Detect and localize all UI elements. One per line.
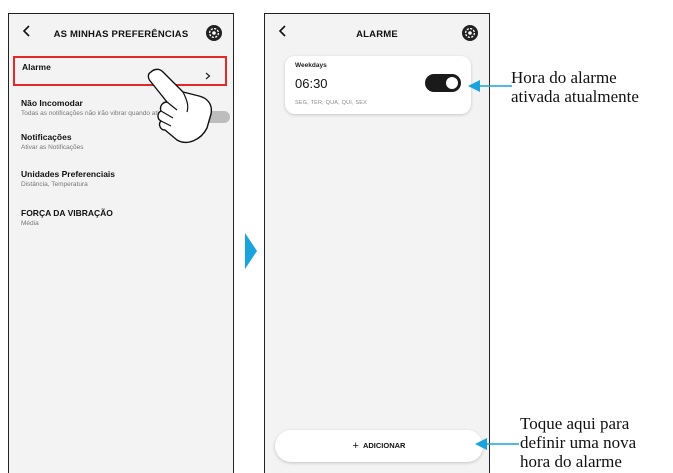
alarm-header: ALARME bbox=[265, 14, 489, 56]
alarm-days: SEG, TER, QUA, QUI, SEX bbox=[295, 100, 368, 106]
alarm-toggle[interactable] bbox=[425, 74, 461, 92]
menu-item-description: Média bbox=[21, 220, 39, 227]
menu-item-description: Distância, Temperatura bbox=[21, 181, 88, 188]
callout-line-add bbox=[475, 438, 519, 450]
callout-alarm-active: Hora do alarme ativada atualmente bbox=[511, 68, 639, 106]
toggle-knob bbox=[446, 77, 458, 89]
callout-line-alarm bbox=[468, 80, 512, 92]
alarm-name: Weekdays bbox=[295, 62, 327, 69]
transition-arrow-icon bbox=[244, 233, 258, 274]
tap-hand-icon bbox=[143, 66, 213, 151]
preferences-screen: AS MINHAS PREFERÊNCIAS Alarme Não Incomo… bbox=[8, 13, 234, 473]
alarm-time: 06:30 bbox=[295, 76, 328, 91]
menu-item-label: Unidades Preferenciais bbox=[21, 169, 116, 179]
alarm-screen: ALARME Weekdays 06:30 SEG, TER, QUA, QUI… bbox=[264, 13, 490, 473]
add-alarm-button[interactable]: + ADICIONAR bbox=[275, 430, 483, 462]
page-title: AS MINHAS PREFERÊNCIAS bbox=[53, 29, 189, 40]
page-title: ALARME bbox=[356, 29, 398, 40]
add-alarm-label: ADICIONAR bbox=[362, 441, 406, 450]
alarm-card[interactable]: Weekdays 06:30 SEG, TER, QUA, QUI, SEX bbox=[285, 56, 471, 114]
preferences-header: AS MINHAS PREFERÊNCIAS bbox=[9, 14, 233, 56]
callout-add-new: Toque aqui para definir uma nova hora do… bbox=[520, 414, 637, 471]
plus-icon: + bbox=[352, 440, 359, 452]
gear-icon[interactable] bbox=[461, 24, 479, 47]
menu-item-label: FORÇA DA VIBRAÇÃO bbox=[21, 208, 113, 218]
menu-item-unidades[interactable]: Unidades Preferenciais Distância, Temper… bbox=[9, 169, 233, 189]
menu-item-forca-vibracao[interactable]: FORÇA DA VIBRAÇÃO Média bbox=[9, 208, 233, 228]
gear-icon[interactable] bbox=[205, 24, 223, 47]
